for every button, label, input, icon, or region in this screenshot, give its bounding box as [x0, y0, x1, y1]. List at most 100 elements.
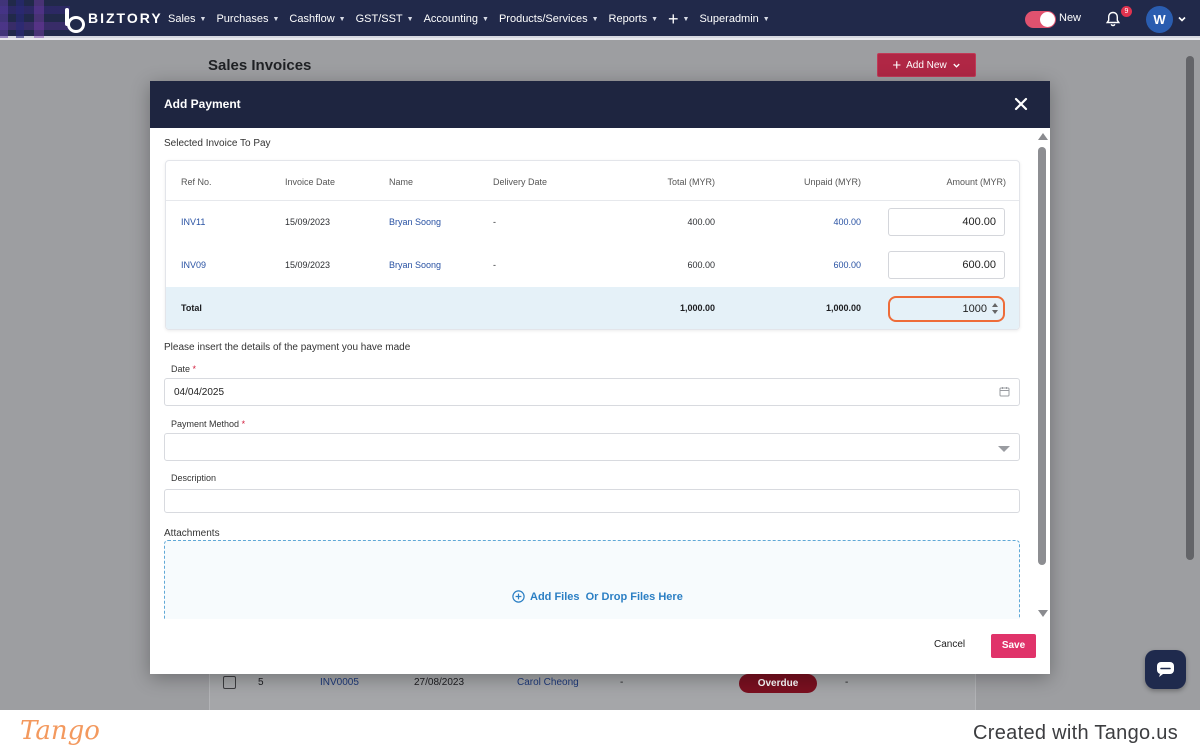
invoice-total: 600.00 [687, 260, 715, 270]
new-ui-toggle[interactable] [1025, 11, 1056, 28]
table-row: 5 INV0005 27/08/2023 Carol Cheong - Over… [209, 674, 976, 694]
nav-label: Superadmin [699, 13, 759, 25]
plus-icon: + [668, 9, 679, 29]
add-new-button[interactable]: + Add New [877, 53, 976, 77]
col-unpaid: Unpaid (MYR) [803, 177, 861, 187]
description-input[interactable] [164, 489, 1020, 513]
brand-logo[interactable]: BIZTORY [62, 8, 163, 33]
nav-item-purchases[interactable]: Purchases ▼ [216, 13, 279, 25]
invoice-table: Ref No. Invoice Date Name Delivery Date … [165, 160, 1020, 330]
col-invoice-date: Invoice Date [285, 177, 336, 187]
plus-icon: + [892, 56, 902, 74]
row-delivery: - [620, 677, 624, 688]
chat-button[interactable] [1145, 650, 1186, 689]
nav-item-quick-add[interactable]: + ▼ [668, 10, 689, 28]
col-name: Name [389, 177, 414, 187]
spinner-icon[interactable] [992, 303, 999, 315]
date-field[interactable]: 04/04/2025 [164, 378, 1020, 406]
payment-method-select[interactable] [164, 433, 1020, 461]
date-value: 04/04/2025 [174, 387, 225, 398]
chevron-down-icon: ▼ [651, 15, 659, 23]
modal-scrollbar[interactable] [1036, 133, 1048, 617]
nav-item-products-services[interactable]: Products/Services ▼ [499, 13, 599, 25]
col-delivery-date: Delivery Date [493, 177, 548, 187]
delivery-date: - [493, 217, 496, 227]
invoice-ref-link[interactable]: INV11 [181, 217, 205, 227]
selected-invoice-label: Selected Invoice To Pay [164, 138, 271, 149]
chevron-down-icon: ▼ [682, 15, 690, 23]
nav-label: Reports [608, 13, 648, 25]
nav-item-reports[interactable]: Reports ▼ [609, 13, 658, 25]
invoice-date: 15/09/2023 [285, 260, 331, 270]
nav-item-gst-sst[interactable]: GST/SST ▼ [356, 13, 414, 25]
calendar-icon[interactable] [999, 386, 1010, 397]
toggle-label: New [1059, 12, 1082, 24]
payment-method-label-text: Payment Method [171, 419, 240, 429]
tango-logo: Tango [20, 716, 100, 746]
attachments-label: Attachments [164, 528, 220, 539]
amount-input[interactable]: 400.00 [888, 208, 1005, 236]
nav-item-superadmin[interactable]: Superadmin ▼ [699, 13, 769, 25]
total-amount-input[interactable]: 1000 [888, 296, 1005, 322]
grand-total: 1,000.00 [679, 303, 715, 313]
add-new-label: Add New [906, 59, 947, 71]
cancel-button[interactable]: Cancel [934, 639, 965, 650]
close-icon[interactable] [1014, 97, 1028, 111]
nav-label: Accounting [423, 13, 479, 25]
biztory-logo-icon [62, 8, 85, 33]
table-row: INV11 15/09/2023 Bryan Soong - 400.00 40… [166, 201, 1019, 244]
col-total: Total (MYR) [667, 177, 715, 187]
chevron-down-icon [998, 446, 1010, 452]
invoice-date: 15/09/2023 [285, 217, 331, 227]
chevron-down-icon: ▼ [199, 15, 207, 23]
table-header: Ref No. Invoice Date Name Delivery Date … [166, 161, 1019, 201]
scroll-down-icon[interactable] [1038, 610, 1048, 617]
page-scrollbar[interactable] [1186, 56, 1194, 560]
chevron-down-icon[interactable] [1177, 14, 1187, 24]
brand-name: BIZTORY [88, 10, 163, 26]
nav-item-accounting[interactable]: Accounting ▼ [424, 13, 489, 25]
nav-label: Sales [168, 13, 196, 25]
plus-circle-icon [512, 590, 525, 603]
file-dropzone[interactable]: Add Files Or Drop Files Here [164, 540, 1020, 619]
row-checkbox[interactable] [223, 676, 236, 689]
modal-body: Selected Invoice To Pay Ref No. Invoice … [150, 128, 1050, 619]
chat-icon [1157, 662, 1174, 677]
chevron-down-icon: ▼ [406, 15, 414, 23]
invoice-ref-link[interactable]: INV09 [181, 260, 206, 270]
scroll-up-icon[interactable] [1038, 133, 1048, 140]
notification-badge: 9 [1121, 6, 1132, 17]
status-badge: Overdue [739, 674, 817, 693]
nav-label: Cashflow [289, 13, 335, 25]
avatar[interactable]: W [1146, 6, 1173, 33]
description-label: Description [171, 473, 217, 483]
nav-label: GST/SST [355, 13, 403, 25]
row-name[interactable]: Carol Cheong [517, 677, 579, 688]
col-ref-no: Ref No. [181, 177, 212, 187]
chevron-down-icon: ▼ [482, 15, 489, 23]
row-index: 5 [258, 677, 264, 688]
nav-item-cashflow[interactable]: Cashflow ▼ [289, 13, 345, 25]
grand-unpaid: 1,000.00 [825, 303, 861, 313]
modal-header: Add Payment [150, 81, 1050, 128]
row-extra: - [845, 677, 849, 688]
scroll-thumb[interactable] [1038, 147, 1046, 565]
date-label: Date * [171, 364, 196, 374]
delivery-date: - [493, 260, 496, 270]
modal-footer: Cancel Save [150, 619, 1050, 674]
save-button[interactable]: Save [991, 634, 1036, 658]
nav-item-sales[interactable]: Sales ▼ [168, 13, 206, 25]
payment-details-label: Please insert the details of the payment… [164, 342, 411, 353]
row-ref[interactable]: INV0005 [320, 677, 359, 688]
invoice-total: 400.00 [687, 217, 715, 227]
invoice-unpaid: 600.00 [833, 260, 861, 270]
tango-credit: Created with Tango.us [973, 722, 1178, 744]
amount-input[interactable]: 600.00 [888, 251, 1005, 279]
customer-name-link[interactable]: Bryan Soong [389, 217, 441, 227]
customer-name-link[interactable]: Bryan Soong [389, 260, 441, 270]
add-files-action[interactable]: Add Files Or Drop Files Here [512, 590, 683, 603]
total-label: Total [181, 303, 202, 313]
bell-icon[interactable] [1104, 10, 1122, 28]
chevron-down-icon: ▼ [272, 15, 280, 23]
main-menu: Sales ▼ Purchases ▼ Cashflow ▼ GST/SST ▼ Acc… [168, 0, 780, 38]
